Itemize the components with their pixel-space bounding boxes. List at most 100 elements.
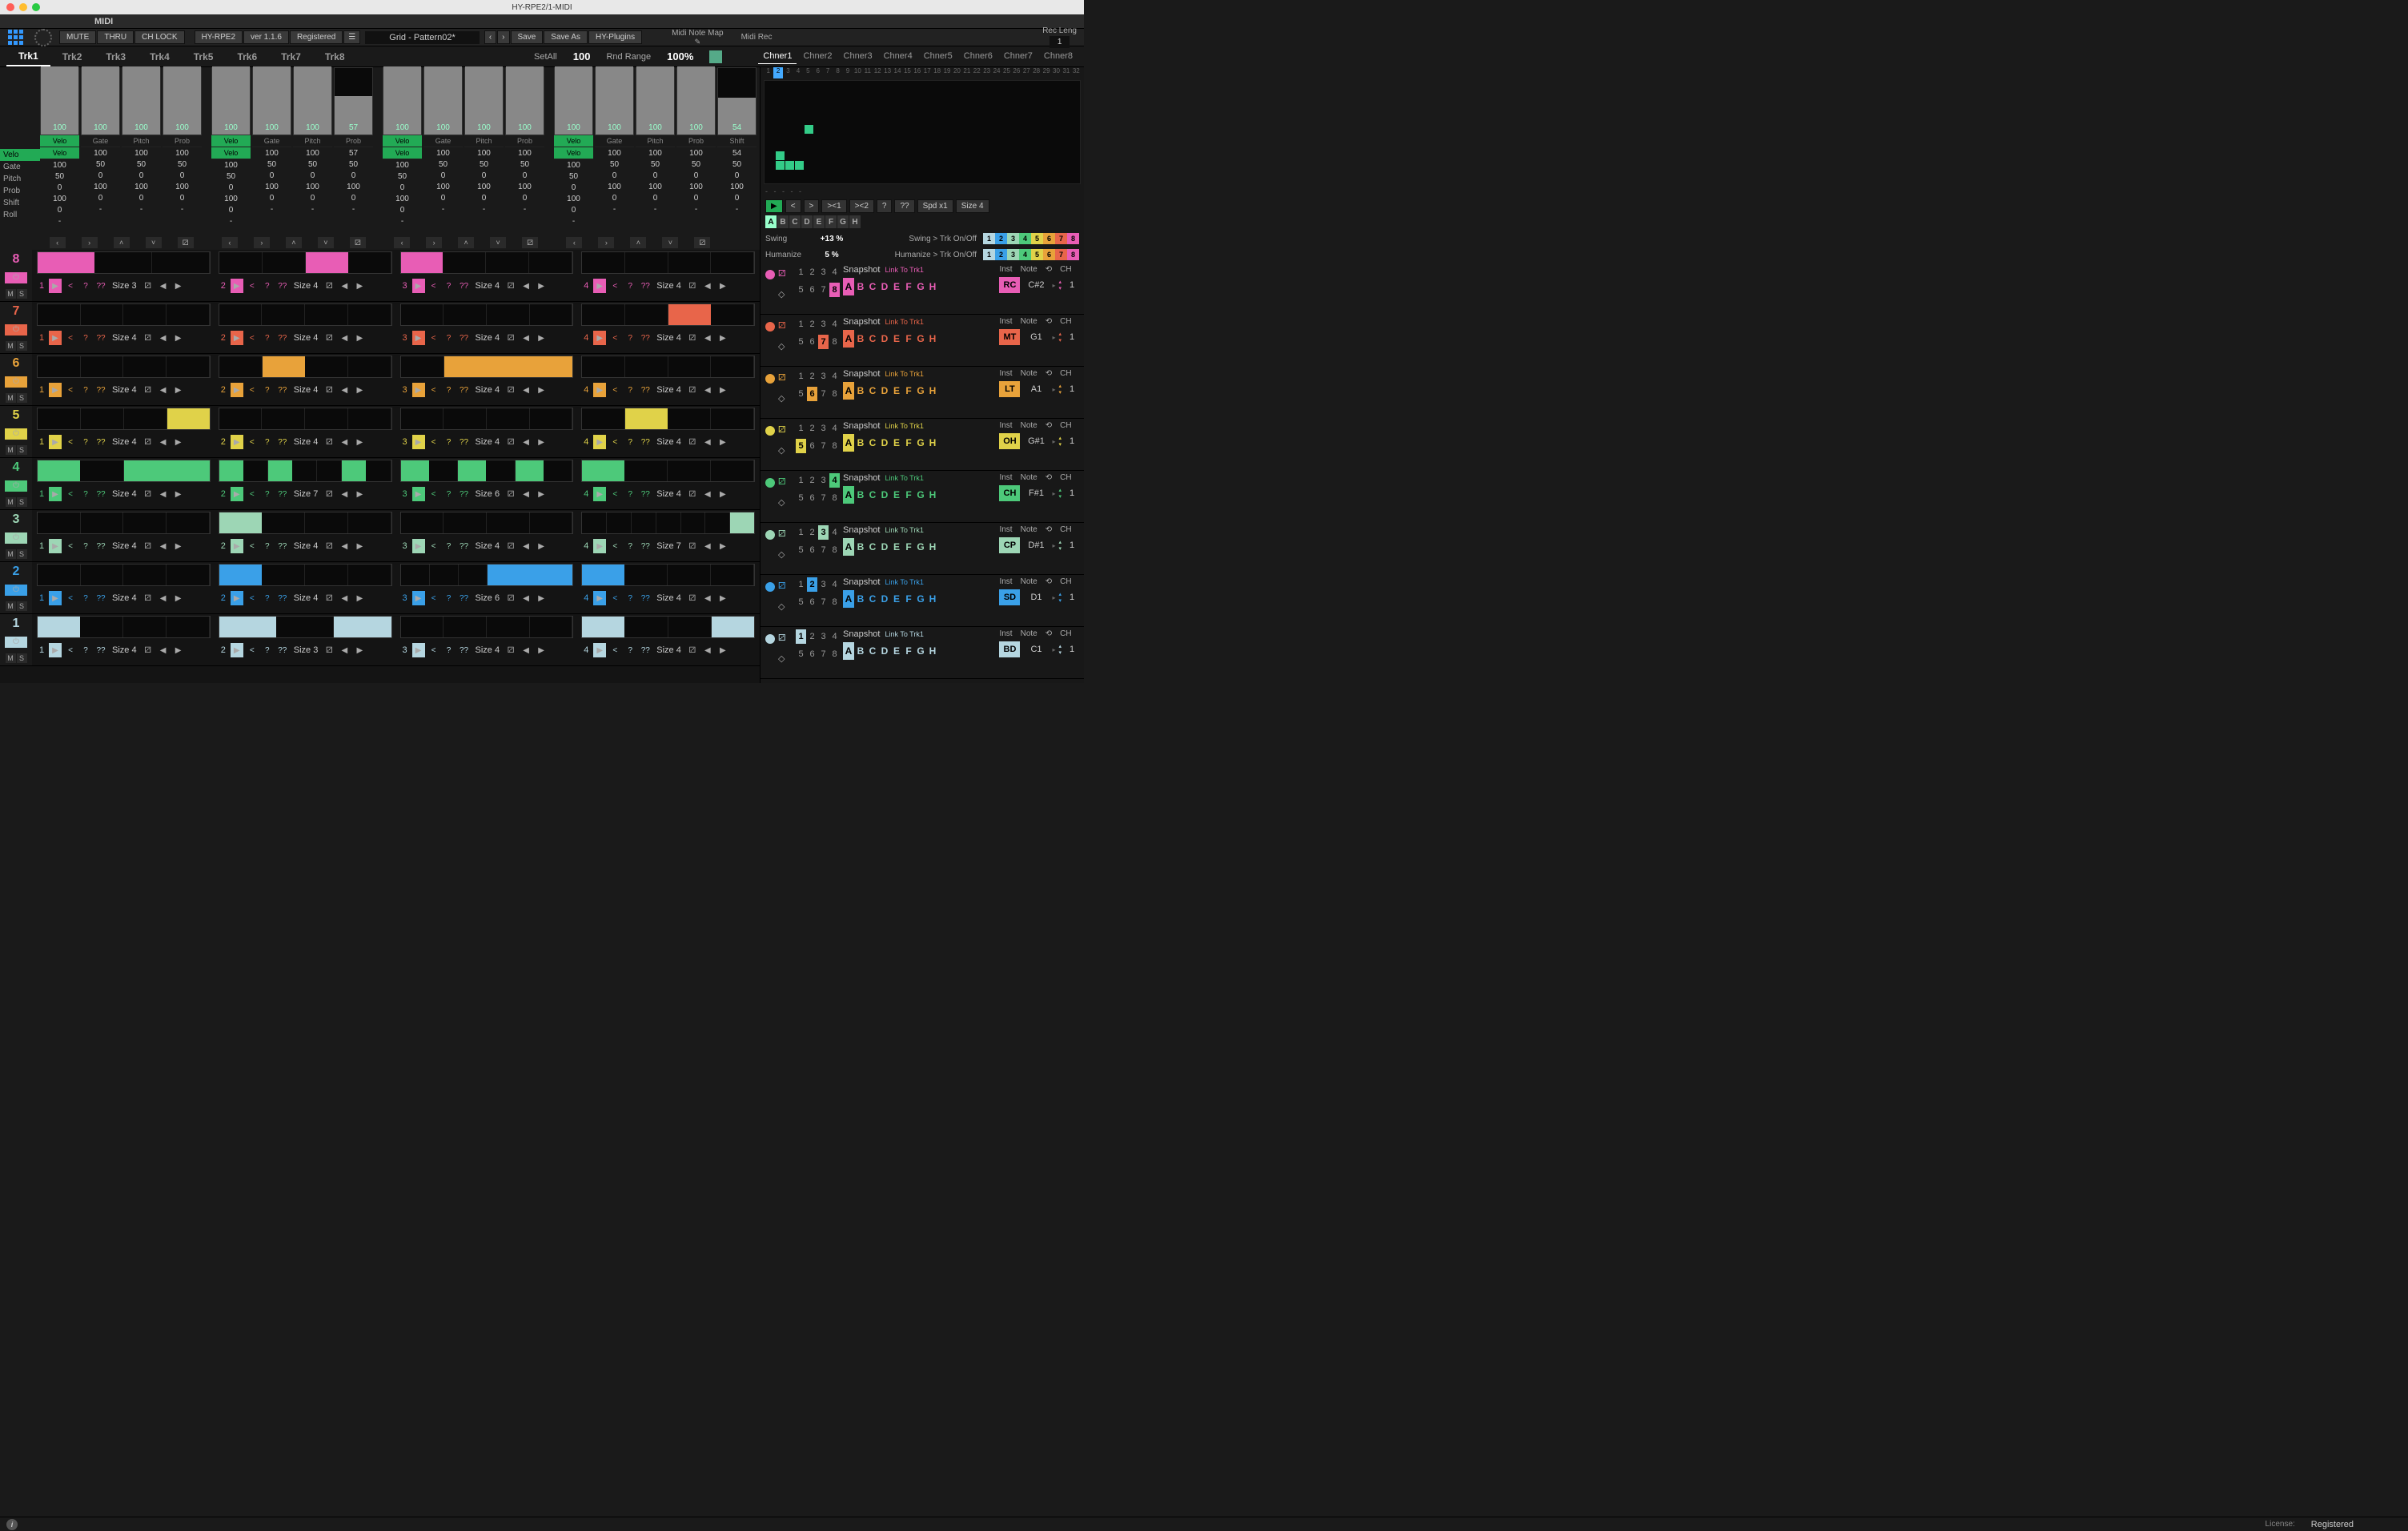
lane-num-6[interactable]: 6: [807, 595, 817, 609]
grid-col-num[interactable]: 19: [942, 67, 951, 78]
seq-nav[interactable]: ▶: [353, 539, 366, 553]
grid-col-num[interactable]: 4: [793, 67, 802, 78]
lane-num-2[interactable]: 2: [807, 577, 817, 592]
seq-ctrl[interactable]: <: [64, 539, 77, 553]
velo-value[interactable]: 0: [334, 170, 373, 181]
seq-ctrl[interactable]: ?: [79, 591, 92, 605]
seq-nav[interactable]: ◀: [157, 383, 170, 397]
lane-letter-F[interactable]: F: [903, 486, 914, 504]
seq-ctrl[interactable]: ?: [443, 539, 456, 553]
seq-nav[interactable]: ⚂: [686, 331, 699, 345]
size-label[interactable]: Size 4: [654, 593, 684, 603]
mute-button[interactable]: M: [6, 549, 16, 559]
lane-num-8[interactable]: 8: [829, 335, 840, 349]
reset-icon[interactable]: ⟲: [1045, 577, 1052, 586]
lane-letter-H[interactable]: H: [927, 486, 938, 504]
grid-col-num[interactable]: 17: [923, 67, 932, 78]
pattern-bar[interactable]: [581, 564, 755, 586]
seq-nav[interactable]: ⚂: [323, 279, 335, 293]
seq-nav[interactable]: ▶: [716, 643, 729, 657]
velo-value[interactable]: 100: [163, 147, 202, 159]
seq-ctrl[interactable]: ??: [639, 279, 652, 293]
seq-ctrl[interactable]: ?: [261, 383, 274, 397]
diamond-icon[interactable]: ◇: [778, 653, 793, 668]
block-play-button[interactable]: ▶: [593, 487, 606, 501]
size-label[interactable]: Size 4: [291, 593, 321, 603]
trk-toggle-7[interactable]: 7: [1055, 249, 1067, 260]
seq-nav[interactable]: ▶: [353, 383, 366, 397]
seq-ctrl[interactable]: <: [427, 435, 440, 449]
power-button[interactable]: ⏻: [5, 585, 27, 596]
lane-num-5[interactable]: 5: [796, 595, 806, 609]
block-play-button[interactable]: ▶: [412, 435, 425, 449]
velo-value[interactable]: -: [423, 203, 463, 215]
seq-nav[interactable]: ⚂: [323, 435, 335, 449]
rndrange-value[interactable]: 100%: [667, 50, 693, 62]
velo-value[interactable]: 0: [423, 192, 463, 203]
snapshot-letter-H[interactable]: H: [849, 215, 861, 228]
seq-ctrl[interactable]: ??: [458, 383, 471, 397]
velo-value[interactable]: 100: [334, 181, 373, 192]
track-tab-1[interactable]: Trk1: [6, 47, 50, 66]
velo-value[interactable]: 0: [334, 192, 373, 203]
size-label[interactable]: Size 3: [291, 645, 321, 655]
velo-value[interactable]: 0: [252, 170, 291, 181]
seq-nav[interactable]: ⚂: [142, 435, 155, 449]
seq-ctrl[interactable]: <: [427, 331, 440, 345]
velo-value[interactable]: -: [554, 215, 593, 227]
note-value[interactable]: C#2: [1023, 280, 1049, 290]
trk-toggle-5[interactable]: 5: [1031, 233, 1043, 244]
lane-num-5[interactable]: 5: [796, 335, 806, 349]
seq-ctrl[interactable]: <: [246, 643, 259, 657]
lane-letter-F[interactable]: F: [903, 278, 914, 295]
seq-ctrl[interactable]: <: [427, 383, 440, 397]
solo-button[interactable]: S: [17, 653, 27, 663]
seq-nav[interactable]: ⚂: [504, 279, 517, 293]
thru-button[interactable]: THRU: [97, 30, 134, 44]
size-label[interactable]: Size 4: [110, 385, 139, 395]
chainer-tab-1[interactable]: Chner1: [758, 49, 797, 64]
seq-ctrl[interactable]: ?: [443, 331, 456, 345]
size-label[interactable]: Size 3: [110, 281, 139, 291]
seq-ctrl[interactable]: ??: [276, 383, 289, 397]
power-button[interactable]: ⏻: [5, 532, 27, 544]
lane-num-8[interactable]: 8: [829, 595, 840, 609]
seq-ctrl[interactable]: <: [246, 487, 259, 501]
reset-icon[interactable]: ⟲: [1045, 265, 1052, 274]
link-label[interactable]: Link To Trk1: [885, 370, 923, 378]
seq-ctrl[interactable]: ?: [624, 383, 636, 397]
lane-num-1[interactable]: 1: [796, 577, 806, 592]
lane-letter-G[interactable]: G: [915, 486, 926, 504]
chlock-button[interactable]: CH LOCK: [134, 30, 184, 44]
velo-bar[interactable]: 100: [423, 67, 463, 135]
lane-letter-C[interactable]: C: [867, 642, 878, 660]
grid-col-num[interactable]: 8: [833, 67, 842, 78]
velo-value[interactable]: 0: [717, 192, 757, 203]
solo-button[interactable]: S: [17, 289, 27, 299]
lane-num-6[interactable]: 6: [807, 491, 817, 505]
velo-value[interactable]: 100: [81, 147, 120, 159]
trk-toggle-6[interactable]: 6: [1043, 233, 1055, 244]
grid-col-num[interactable]: 27: [1022, 67, 1031, 78]
dice-icon[interactable]: ⚂: [778, 320, 793, 335]
nav-arrow[interactable]: ˅: [662, 237, 678, 248]
grid-col-num[interactable]: 20: [953, 67, 961, 78]
seq-ctrl[interactable]: ??: [458, 331, 471, 345]
pattern-bar[interactable]: [37, 512, 211, 534]
maximize-window[interactable]: [32, 3, 40, 11]
lane-letter-G[interactable]: G: [915, 382, 926, 400]
seq-ctrl[interactable]: ??: [639, 383, 652, 397]
velo-value[interactable]: 100: [595, 147, 634, 159]
seq-ctrl[interactable]: ?: [261, 279, 274, 293]
seq-ctrl[interactable]: ??: [276, 539, 289, 553]
grid-col-num[interactable]: 22: [973, 67, 981, 78]
seq-nav[interactable]: ▶: [535, 643, 548, 657]
lane-num-7[interactable]: 7: [818, 283, 829, 297]
note-stepper[interactable]: ▴▾: [1058, 643, 1062, 656]
seq-nav[interactable]: ◀: [701, 331, 714, 345]
velo-value[interactable]: 100: [293, 181, 332, 192]
grid-col-num[interactable]: 18: [933, 67, 941, 78]
velo-value[interactable]: 100: [40, 193, 79, 204]
ch-value[interactable]: 1: [1065, 593, 1079, 602]
seq-nav[interactable]: ▶: [716, 331, 729, 345]
